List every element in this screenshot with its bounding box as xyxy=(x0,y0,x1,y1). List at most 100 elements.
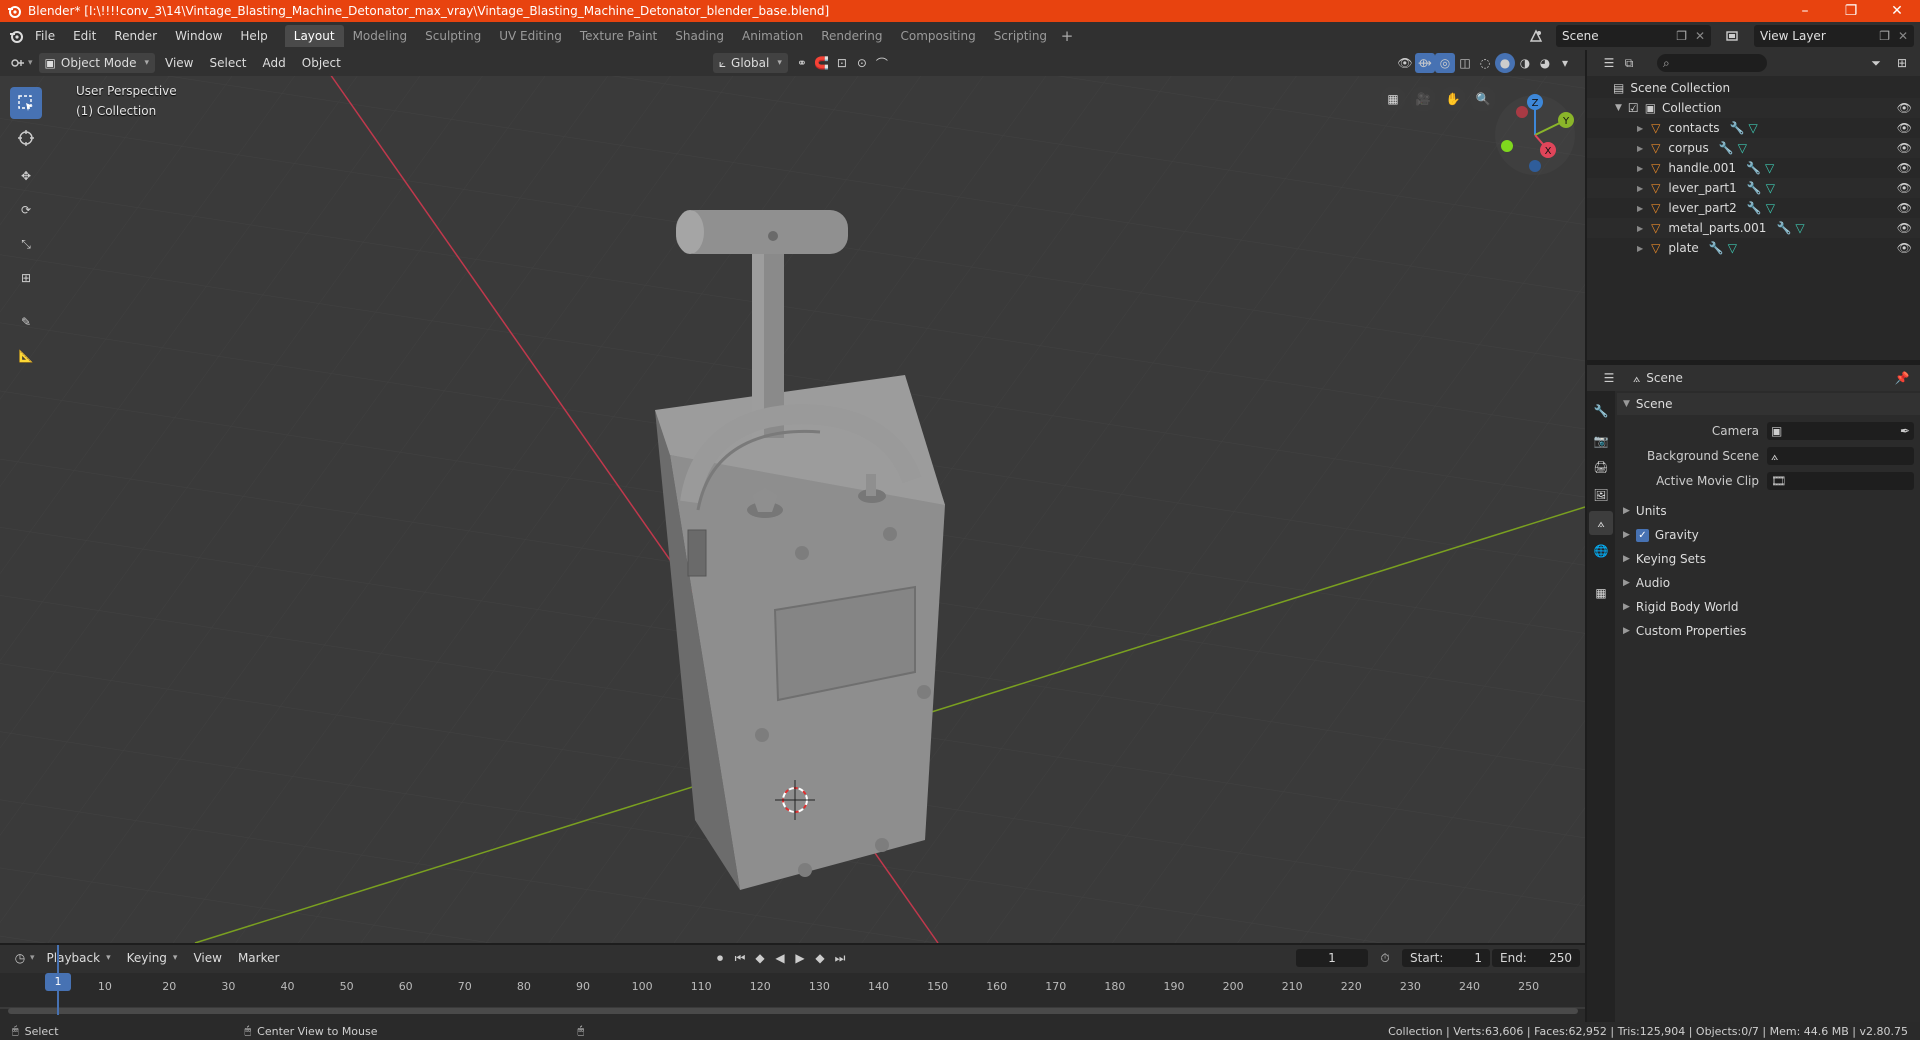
gravity-panel-header[interactable]: ▶ ✓ Gravity xyxy=(1617,524,1920,546)
outliner-item-handle[interactable]: ▶ ▽ handle.001 🔧 ▽ 👁 xyxy=(1587,158,1920,178)
units-panel-header[interactable]: ▶ Units xyxy=(1617,500,1920,522)
timeline-editor-icon[interactable]: ◷ xyxy=(10,948,30,968)
menu-render[interactable]: Render xyxy=(105,22,166,50)
camera-field[interactable]: ▣ ✒ xyxy=(1767,422,1914,440)
jump-end-icon[interactable]: ⏭ xyxy=(830,948,850,968)
add-workspace-icon[interactable]: + xyxy=(1056,27,1078,45)
scene-panel-header[interactable]: ▼ Scene xyxy=(1617,393,1920,415)
expand-icon[interactable]: ▶ xyxy=(1637,184,1643,193)
object-mode-dropdown[interactable]: ▣ Object Mode ▾ xyxy=(38,53,155,73)
timeline-scrollbar[interactable] xyxy=(8,1008,1578,1014)
copy-view-layer-icon[interactable]: ❐ xyxy=(1879,29,1890,43)
menu-help[interactable]: Help xyxy=(231,22,276,50)
blender-menu-icon[interactable] xyxy=(6,26,26,46)
menu-add[interactable]: Add xyxy=(257,53,292,73)
close-window-button[interactable]: ✕ xyxy=(1874,0,1920,22)
expand-icon[interactable]: ▶ xyxy=(1637,124,1643,133)
outliner-scene-collection[interactable]: ▤ Scene Collection xyxy=(1587,78,1920,98)
viewport-canvas[interactable] xyxy=(0,50,1585,943)
shading-rendered-icon[interactable]: ◕ xyxy=(1535,53,1555,73)
snap-target-icon[interactable]: ⊡ xyxy=(832,53,852,73)
select-box-tool-icon[interactable] xyxy=(10,87,42,119)
expand-icon[interactable]: ▶ xyxy=(1637,244,1643,253)
outliner-item-lever-part1[interactable]: ▶ ▽ lever_part1 🔧 ▽ 👁 xyxy=(1587,178,1920,198)
menu-view[interactable]: View xyxy=(159,53,199,73)
view-layer-selector[interactable]: View Layer ❐ ✕ xyxy=(1754,25,1914,47)
menu-edit[interactable]: Edit xyxy=(64,22,105,50)
expand-icon[interactable]: ▶ xyxy=(1637,144,1643,153)
remove-view-layer-icon[interactable]: ✕ xyxy=(1898,29,1908,43)
scene-tab-icon[interactable]: ⟑ xyxy=(1589,511,1613,535)
tab-scripting[interactable]: Scripting xyxy=(985,25,1056,47)
collection-checkbox-icon[interactable]: ☑ xyxy=(1628,101,1639,115)
custom-properties-panel-header[interactable]: ▶ Custom Properties xyxy=(1617,620,1920,642)
outliner-item-lever-part2[interactable]: ▶ ▽ lever_part2 🔧 ▽ 👁 xyxy=(1587,198,1920,218)
new-collection-icon[interactable]: ⊞ xyxy=(1892,53,1912,73)
eye-icon[interactable]: 👁 xyxy=(1897,241,1912,255)
expand-icon[interactable]: ▶ xyxy=(1637,204,1643,213)
cursor-tool-icon[interactable] xyxy=(10,122,42,154)
navigation-gizmo[interactable]: Z Y X xyxy=(1490,90,1580,180)
record-icon[interactable]: ⏺ xyxy=(710,948,730,968)
shading-material-icon[interactable]: ◑ xyxy=(1515,53,1535,73)
tab-rendering[interactable]: Rendering xyxy=(812,25,891,47)
remove-scene-icon[interactable]: ✕ xyxy=(1695,29,1705,43)
view-layer-icon[interactable] xyxy=(1722,26,1742,46)
eye-icon[interactable]: 👁 xyxy=(1897,181,1912,195)
toggle-perspective-icon[interactable]: ▦ xyxy=(1380,86,1406,112)
prev-keyframe-icon[interactable]: ◆ xyxy=(750,948,770,968)
gravity-checkbox[interactable]: ✓ xyxy=(1635,528,1649,542)
eye-icon[interactable]: 👁 xyxy=(1897,221,1912,235)
tab-modeling[interactable]: Modeling xyxy=(344,25,417,47)
tab-compositing[interactable]: Compositing xyxy=(891,25,984,47)
3d-viewport[interactable]: ▾ ▣ Object Mode ▾ View Select Add Object… xyxy=(0,50,1585,943)
scene-icon[interactable] xyxy=(1526,26,1546,46)
shading-solid-icon[interactable]: ● xyxy=(1495,53,1515,73)
pan-view-icon[interactable]: ✋ xyxy=(1440,86,1466,112)
play-reverse-icon[interactable]: ◀ xyxy=(770,948,790,968)
eye-icon[interactable]: 👁 xyxy=(1897,141,1912,155)
transform-orientation-dropdown[interactable]: ⟀ Global ▾ xyxy=(712,53,788,73)
eye-icon[interactable]: 👁 xyxy=(1897,101,1912,115)
copy-scene-icon[interactable]: ❐ xyxy=(1676,29,1687,43)
maximize-button[interactable]: ❐ xyxy=(1828,0,1874,22)
properties-editor-icon[interactable]: ☰ xyxy=(1599,368,1619,388)
move-tool-icon[interactable]: ✥ xyxy=(10,160,42,192)
camera-view-icon[interactable]: 🎥 xyxy=(1410,86,1436,112)
eye-icon[interactable]: 👁 xyxy=(1897,161,1912,175)
view-layer-tab-icon[interactable]: 🖼 xyxy=(1589,483,1613,507)
outliner-item-corpus[interactable]: ▶ ▽ corpus 🔧 ▽ 👁 xyxy=(1587,138,1920,158)
overlays-toggle-icon[interactable]: ◎ xyxy=(1435,53,1455,73)
jump-start-icon[interactable]: ⏮ xyxy=(730,948,750,968)
preview-range-icon[interactable]: ⏱ xyxy=(1375,948,1395,968)
visibility-filter-icon[interactable]: 👁 xyxy=(1395,53,1415,73)
texture-tab-icon[interactable]: ▦ xyxy=(1589,581,1613,605)
eyedropper-icon[interactable]: ✒ xyxy=(1900,424,1910,438)
menu-playback[interactable]: Playback ▾ xyxy=(41,948,117,968)
editor-type-icon[interactable] xyxy=(8,53,28,73)
scene-selector[interactable]: Scene ❐ ✕ xyxy=(1556,25,1711,47)
menu-timeline-view[interactable]: View xyxy=(187,948,227,968)
outliner-editor-icon[interactable]: ☰ xyxy=(1599,53,1619,73)
menu-file[interactable]: File xyxy=(26,22,64,50)
output-tab-icon[interactable]: 🖨 xyxy=(1589,455,1613,479)
next-keyframe-icon[interactable]: ◆ xyxy=(810,948,830,968)
xray-toggle-icon[interactable]: ◫ xyxy=(1455,53,1475,73)
filter-icon[interactable]: ⏷ xyxy=(1866,53,1886,73)
play-icon[interactable]: ▶ xyxy=(790,948,810,968)
playhead-frame-badge[interactable]: 1 xyxy=(45,973,71,991)
tab-uv-editing[interactable]: UV Editing xyxy=(490,25,571,47)
tool-tab-icon[interactable]: 🔧 xyxy=(1589,399,1613,423)
eye-icon[interactable]: 👁 xyxy=(1897,201,1912,215)
rigid-body-world-panel-header[interactable]: ▶ Rigid Body World xyxy=(1617,596,1920,618)
shading-wireframe-icon[interactable]: ◌ xyxy=(1475,53,1495,73)
pivot-point-icon[interactable]: ⚭ xyxy=(792,53,812,73)
expand-collection-icon[interactable]: ▼ xyxy=(1615,103,1622,113)
pin-icon[interactable]: 📌 xyxy=(1892,368,1912,388)
menu-select[interactable]: Select xyxy=(203,53,252,73)
tab-animation[interactable]: Animation xyxy=(733,25,812,47)
gizmo-toggle-icon[interactable]: ⟴ xyxy=(1415,53,1435,73)
active-movie-clip-field[interactable]: 🎞 xyxy=(1767,472,1914,490)
menu-marker[interactable]: Marker xyxy=(232,948,285,968)
falloff-icon[interactable]: ⌒ xyxy=(872,53,892,73)
